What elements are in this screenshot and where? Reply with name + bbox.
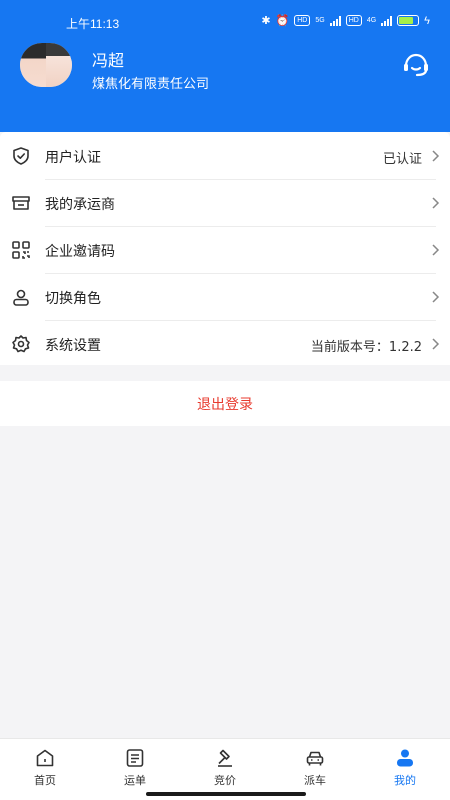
settings-menu: 用户认证 已认证 我的承运商 企业邀请码 切换角色 系统设置 当前版本号：1.2…: [0, 132, 450, 365]
menu-item-system-settings[interactable]: 系统设置 当前版本号：1.2.2: [0, 321, 450, 367]
menu-item-switch-role[interactable]: 切换角色: [0, 274, 450, 320]
home-indicator: [146, 792, 306, 796]
user-icon: [13, 289, 29, 306]
gear-icon: [12, 335, 30, 353]
menu-item-my-carriers[interactable]: 我的承运商: [0, 180, 450, 226]
store-icon: [12, 196, 30, 210]
alarm-icon: ⏰: [275, 15, 290, 27]
profile-icon: [397, 749, 413, 767]
tab-waybill[interactable]: 运单: [90, 739, 180, 795]
tab-label: 首页: [34, 774, 56, 787]
status-time: 上午11:13: [66, 17, 120, 31]
menu-item-invite-code[interactable]: 企业邀请码: [0, 227, 450, 273]
menu-item-label: 我的承运商: [45, 197, 115, 213]
network-5g-label: 5G: [315, 17, 325, 24]
customer-service-button[interactable]: [402, 52, 430, 78]
user-name: 冯超: [92, 51, 125, 70]
logout-label: 退出登录: [197, 396, 253, 413]
logout-button[interactable]: 退出登录: [0, 381, 450, 426]
charging-icon: ϟ: [424, 14, 430, 27]
tab-dispatch[interactable]: 派车: [270, 739, 360, 795]
network-4g-label: 4G: [366, 17, 377, 24]
qr-code-icon: [12, 241, 30, 259]
tab-label: 竞价: [214, 774, 236, 787]
tab-mine[interactable]: 我的: [360, 739, 450, 795]
tab-bidding[interactable]: 竞价: [180, 739, 270, 795]
hd-icon: HD: [345, 15, 362, 26]
avatar[interactable]: [20, 43, 72, 87]
tab-label: 运单: [124, 774, 146, 787]
profile-header: 上午11:13 ✱ ⏰ HD 5G HD 4G ϟ 冯超 煤焦化有限责任公司: [0, 0, 450, 132]
headset-icon: [404, 53, 428, 77]
chevron-right-icon: [432, 197, 440, 209]
tab-label: 派车: [304, 774, 326, 787]
status-bar: 上午11:13 ✱ ⏰ HD 5G HD 4G ϟ: [0, 0, 450, 40]
hd-icon: HD: [294, 15, 311, 26]
gavel-icon: [218, 749, 232, 767]
menu-item-label: 用户认证: [45, 150, 101, 166]
app-version: 当前版本号：1.2.2: [310, 340, 422, 355]
menu-item-label: 系统设置: [45, 338, 101, 354]
menu-item-user-verification[interactable]: 用户认证 已认证: [0, 133, 450, 179]
chevron-right-icon: [432, 150, 440, 162]
battery-icon: [397, 15, 420, 26]
shield-check-icon: [13, 147, 29, 165]
chevron-right-icon: [432, 338, 440, 350]
waybill-icon: [126, 749, 144, 767]
menu-item-label: 企业邀请码: [45, 244, 115, 260]
chevron-right-icon: [432, 291, 440, 303]
signal-icon: [381, 15, 393, 26]
status-icons: ✱ ⏰ HD 5G HD 4G ϟ: [261, 14, 430, 28]
menu-item-label: 切换角色: [45, 291, 101, 307]
tab-label: 我的: [394, 774, 416, 787]
verification-status: 已认证: [382, 152, 422, 167]
car-icon: [306, 751, 324, 766]
bluetooth-icon: ✱: [261, 15, 271, 27]
home-icon: [36, 749, 54, 767]
chevron-right-icon: [432, 244, 440, 256]
company-name: 煤焦化有限责任公司: [92, 77, 210, 92]
signal-icon: [329, 15, 341, 26]
bottom-tab-bar: 首页 运单 竞价 派车 我的: [0, 738, 450, 800]
tab-home[interactable]: 首页: [0, 739, 90, 795]
